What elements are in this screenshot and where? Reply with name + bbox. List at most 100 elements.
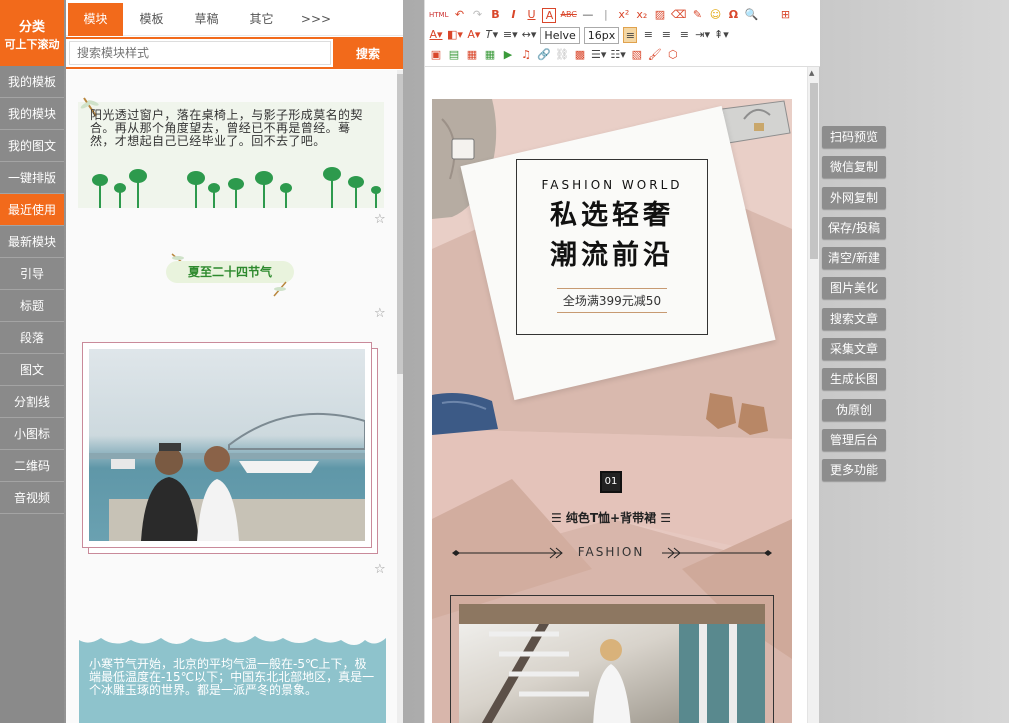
align-center-icon[interactable]: ≡	[641, 27, 655, 43]
horizontal-rule-icon[interactable]: —	[581, 7, 595, 23]
font-color-icon[interactable]: A▾	[429, 27, 443, 43]
category-item-paragraph[interactable]: 段落	[0, 322, 64, 354]
poster-title-line2: 潮流前沿	[550, 240, 674, 271]
tab-drafts[interactable]: 草稿	[179, 3, 234, 36]
external-copy-button[interactable]: 外网复制	[822, 186, 886, 209]
search-articles-button[interactable]: 搜索文章	[822, 307, 886, 330]
boots-illustration	[706, 393, 768, 435]
underline-button[interactable]: U	[524, 7, 538, 23]
html5-icon[interactable]: ⬡	[666, 47, 680, 63]
search-input[interactable]	[69, 41, 331, 65]
category-item-my-templates[interactable]: 我的模板	[0, 66, 64, 98]
category-item-guide[interactable]: 引导	[0, 258, 64, 290]
html-source-button[interactable]: HTML	[429, 7, 448, 23]
strikethrough-button[interactable]: ABC	[560, 7, 576, 23]
eraser-icon[interactable]: ⌫	[671, 7, 687, 23]
paragraph-spacing-icon[interactable]: ⇞▾	[714, 27, 729, 43]
admin-backend-button[interactable]: 管理后台	[822, 428, 886, 451]
fashion-photo-illustration	[459, 604, 765, 723]
category-item-audio-video[interactable]: 音视频	[0, 482, 64, 514]
generate-long-image-button[interactable]: 生成长图	[822, 368, 886, 391]
text-highlight-icon[interactable]: A▾	[467, 27, 481, 43]
more-functions-button[interactable]: 更多功能	[822, 459, 886, 482]
image-icon[interactable]: ▣	[429, 47, 443, 63]
music-icon[interactable]: ♫	[519, 47, 533, 63]
paint-icon[interactable]: 🖌	[648, 47, 662, 63]
letter-spacing-icon[interactable]: ↔▾	[522, 27, 537, 43]
undo-icon[interactable]: ↶	[452, 7, 466, 23]
category-item-one-click-layout[interactable]: 一键排版	[0, 162, 64, 194]
find-icon[interactable]: 🔍	[744, 7, 759, 23]
poster-title-box[interactable]: FASHION WORLD 私选轻奢 潮流前沿 全场满399元减50	[516, 159, 708, 335]
link-icon[interactable]: 🔗	[537, 47, 551, 63]
font-border-button[interactable]: A	[542, 7, 557, 23]
module-card-photo-frame[interactable]	[82, 342, 378, 556]
format-brush-icon[interactable]: ▨	[653, 7, 667, 23]
scan-preview-button[interactable]: 扫码预览	[822, 126, 886, 148]
category-item-my-articles[interactable]: 我的图文	[0, 130, 64, 162]
tab-other[interactable]: 其它	[234, 3, 289, 36]
section-number: 01	[600, 471, 622, 493]
favorite-star-icon[interactable]: ☆	[374, 212, 386, 227]
tab-modules[interactable]: 模块	[68, 3, 123, 36]
background-color-icon[interactable]: ◧▾	[447, 27, 463, 43]
editor-canvas[interactable]: FASHION WORLD 私选轻奢 潮流前沿 全场满399元减50 01 ☰ …	[432, 99, 792, 723]
insert-image-icon[interactable]: ▦	[465, 47, 479, 63]
category-item-my-modules[interactable]: 我的模块	[0, 98, 64, 130]
fashion-photo	[459, 604, 765, 723]
section-subtitle: ☰ 纯色T恤+背带裙 ☰	[536, 509, 686, 526]
subscript-button[interactable]: x₂	[635, 7, 649, 23]
module-card-minor-cold[interactable]: 小寒节气开始，北京的平均气温一般在-5℃上下，极端最低温度在-15℃以下；中国东…	[79, 626, 386, 723]
category-item-image-text[interactable]: 图文	[0, 354, 64, 386]
category-item-divider[interactable]: 分割线	[0, 386, 64, 418]
pseudo-original-button[interactable]: 伪原创	[822, 398, 886, 421]
collect-article-button[interactable]: 采集文章	[822, 338, 886, 361]
tab-more[interactable]: >>>	[290, 3, 342, 36]
module-list-scrollbar[interactable]	[397, 70, 403, 723]
category-item-recently-used[interactable]: 最近使用	[0, 194, 64, 226]
emoji-icon[interactable]: ☺	[708, 7, 722, 23]
align-justify-icon[interactable]: ≡	[677, 27, 691, 43]
favorite-star-icon[interactable]: ☆	[374, 306, 386, 321]
align-left-icon[interactable]: ≡	[623, 27, 638, 43]
unlink-icon[interactable]: ⛓	[555, 47, 569, 63]
ordered-list-icon[interactable]: ☰▾	[591, 47, 606, 63]
fashion-photo-frame[interactable]	[450, 595, 774, 723]
poster-en-title: FASHION WORLD	[541, 178, 683, 192]
search-button[interactable]: 搜索	[333, 37, 403, 69]
tab-templates[interactable]: 模板	[124, 3, 179, 36]
clear-new-button[interactable]: 清空/新建	[822, 247, 886, 270]
category-item-latest-modules[interactable]: 最新模块	[0, 226, 64, 258]
font-size-select[interactable]: 16px	[583, 26, 620, 44]
category-item-title[interactable]: 标题	[0, 290, 64, 322]
align-right-icon[interactable]: ≡	[659, 27, 673, 43]
couple-photo	[89, 349, 365, 541]
category-item-qr-code[interactable]: 二维码	[0, 450, 64, 482]
fullscreen-icon[interactable]: ⊞	[778, 7, 792, 23]
save-submit-button[interactable]: 保存/投稿	[822, 216, 886, 239]
image-beautify-button[interactable]: 图片美化	[822, 277, 886, 300]
redo-icon[interactable]: ↷	[470, 7, 484, 23]
favorite-star-icon[interactable]: ☆	[374, 562, 386, 577]
superscript-button[interactable]: x²	[617, 7, 631, 23]
table-icon[interactable]: ▦	[483, 47, 497, 63]
module-list[interactable]: 阳光透过窗户，落在桌椅上，与影子形成莫名的契合。再从那个角度望去，曾经已不再是曾…	[66, 70, 403, 723]
template-icon[interactable]: ▧	[630, 47, 644, 63]
indent-icon[interactable]: ⇥▾	[695, 27, 710, 43]
font-family-select[interactable]: Helve	[540, 26, 580, 44]
line-height-icon[interactable]: ≡▾	[503, 27, 518, 43]
clear-format-icon[interactable]: ✎	[690, 7, 704, 23]
unordered-list-icon[interactable]: ☷▾	[610, 47, 625, 63]
bold-button[interactable]: B	[488, 7, 502, 23]
wechat-copy-button[interactable]: 微信复制	[822, 156, 886, 179]
editor-scrollbar[interactable]: ▲	[807, 67, 819, 723]
module-card-sunlight[interactable]: 阳光透过窗户，落在桌椅上，与影子形成莫名的契合。再从那个角度望去，曾经已不再是曾…	[78, 97, 384, 208]
multi-image-icon[interactable]: ▤	[447, 47, 461, 63]
text-style-icon[interactable]: 𝑇▾	[485, 27, 499, 43]
poster-promo: 全场满399元减50	[556, 288, 668, 313]
anchor-icon[interactable]: ▩	[573, 47, 587, 63]
italic-button[interactable]: I	[506, 7, 520, 23]
special-char-button[interactable]: Ω	[726, 7, 740, 23]
category-item-small-icons[interactable]: 小图标	[0, 418, 64, 450]
video-icon[interactable]: ▶	[501, 47, 515, 63]
